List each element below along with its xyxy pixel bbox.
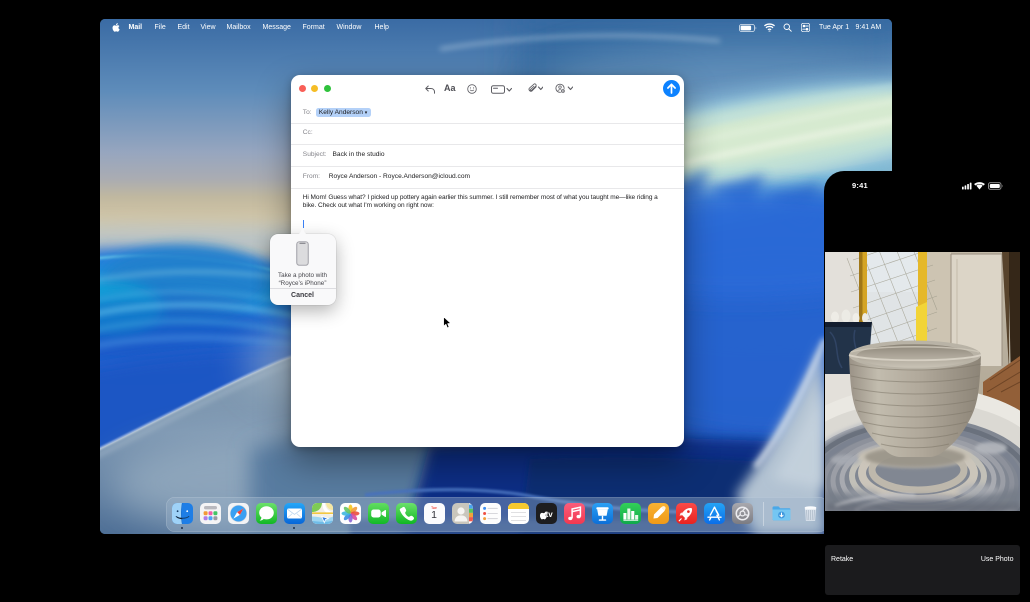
svg-text:tv: tv (545, 510, 553, 519)
